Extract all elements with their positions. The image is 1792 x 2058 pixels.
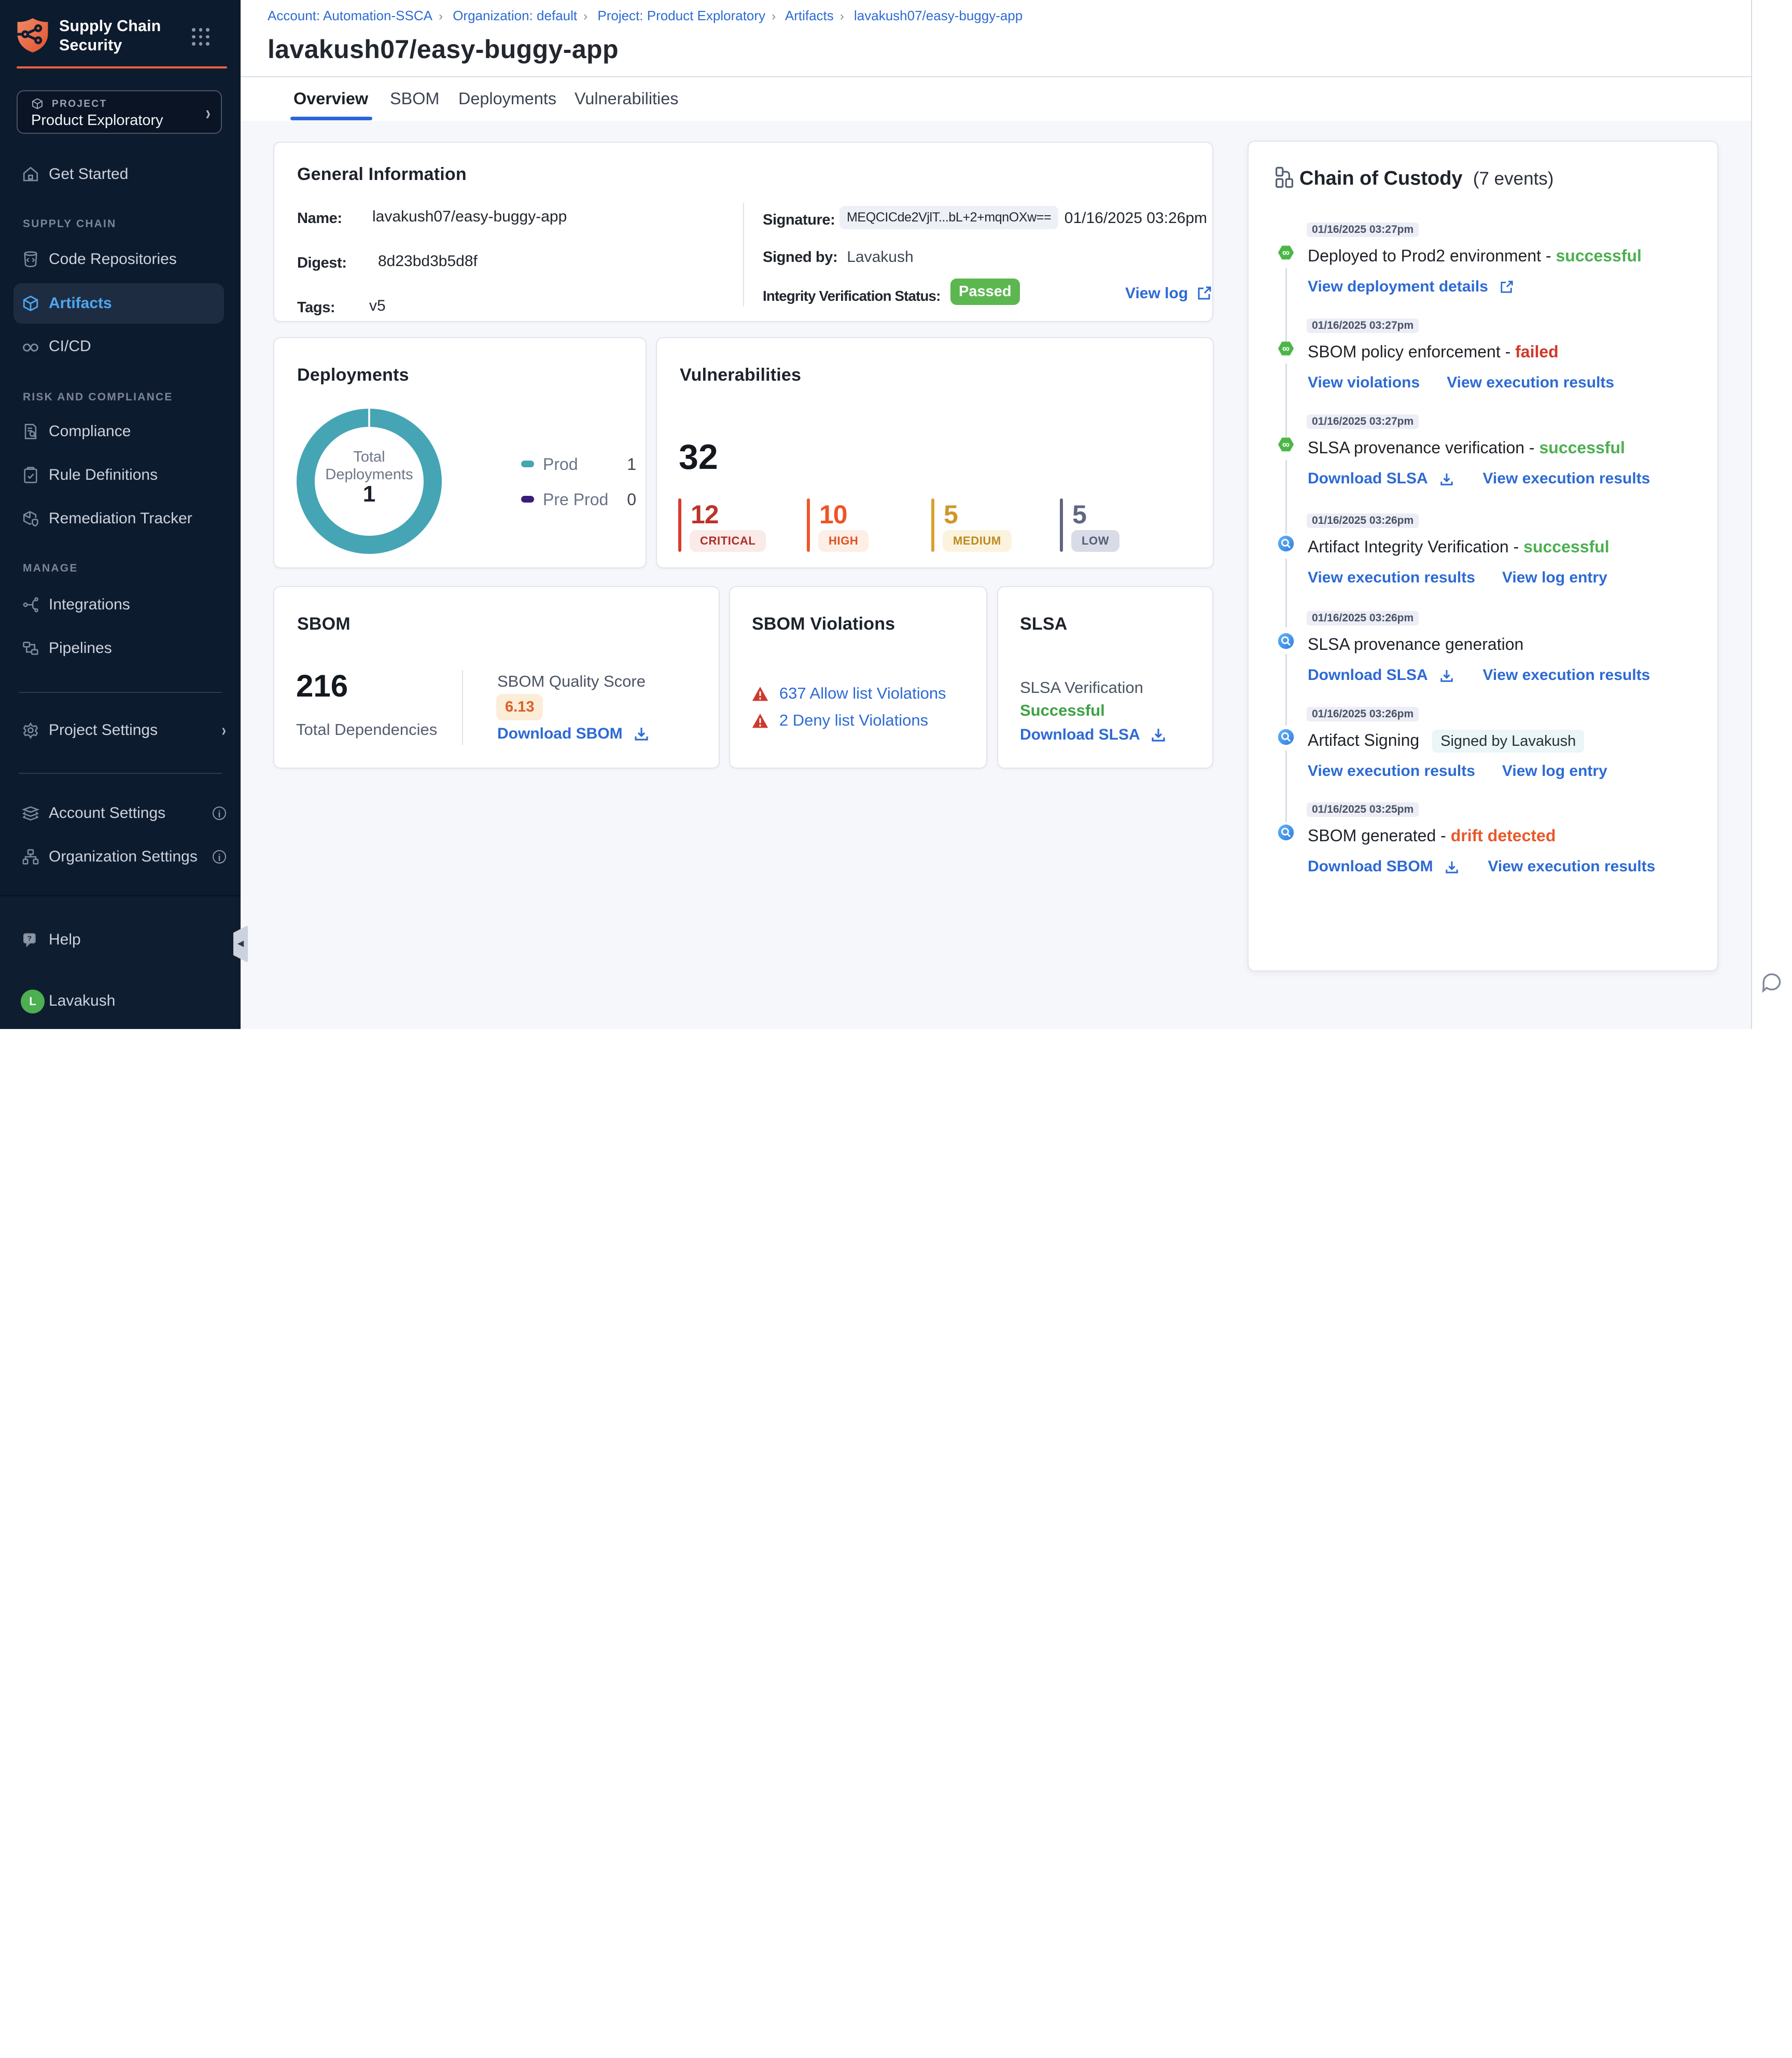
svg-text:∞: ∞: [1282, 247, 1290, 258]
svg-text:∞: ∞: [1282, 439, 1290, 451]
svg-text:?: ?: [27, 935, 32, 943]
svg-text:∞: ∞: [1282, 343, 1290, 354]
